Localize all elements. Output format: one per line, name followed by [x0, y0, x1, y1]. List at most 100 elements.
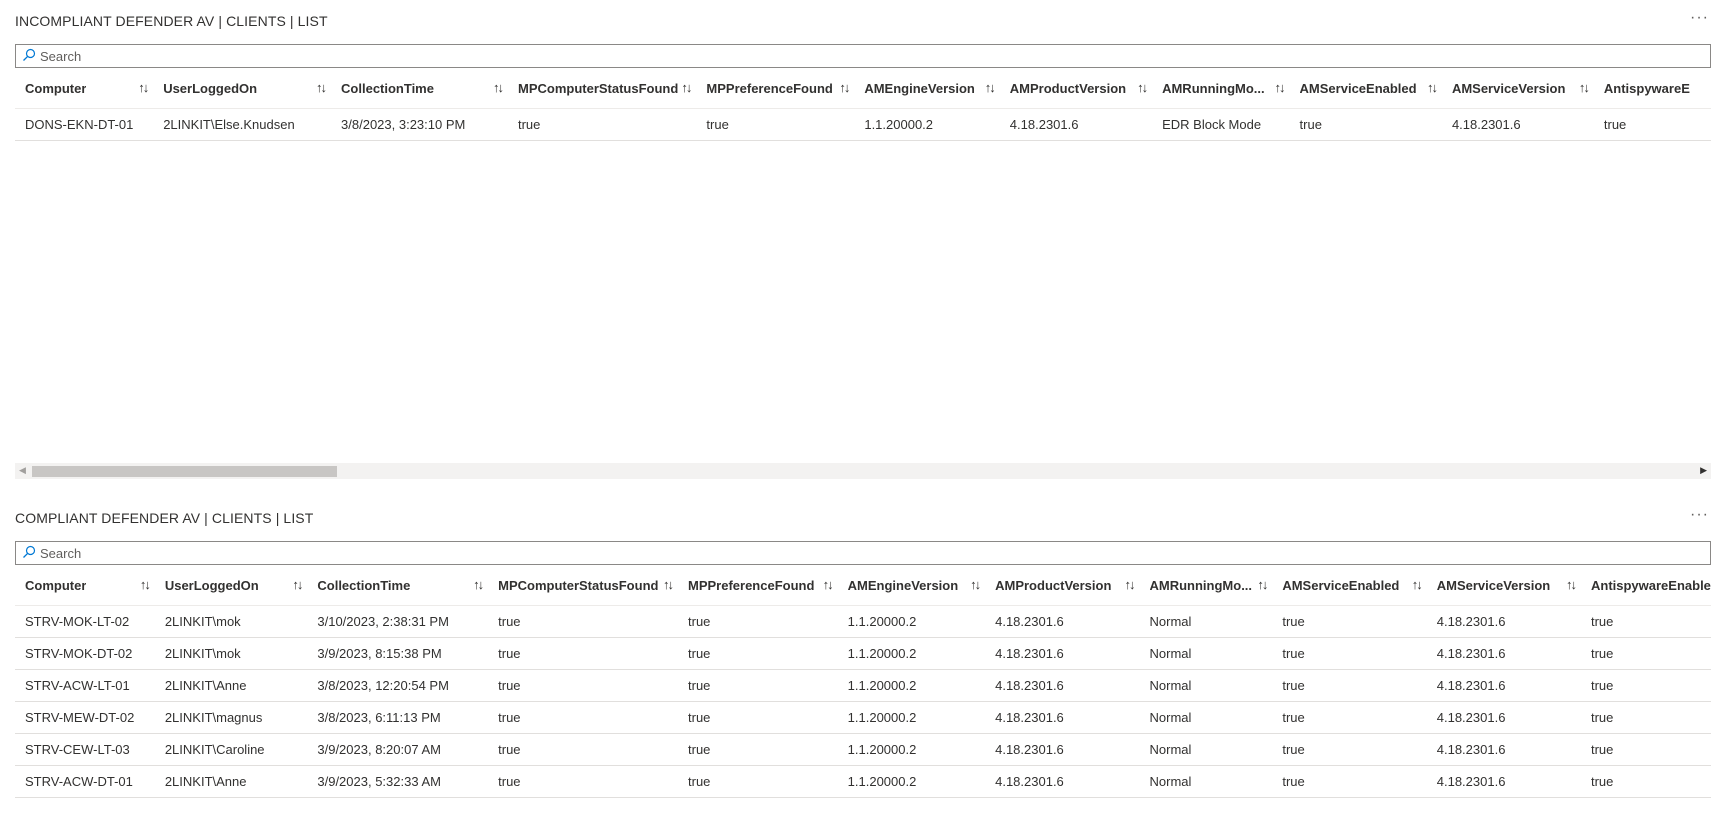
sort-icon[interactable]: ↑↓ [839, 80, 850, 95]
table-cell: STRV-MOK-DT-02 [15, 637, 155, 670]
table-row[interactable]: STRV-ACW-DT-01 2LINKIT\Anne 3/9/2023, 5:32… [15, 765, 1711, 798]
sort-icon[interactable]: ↑↓ [473, 577, 484, 592]
table-cell: 4.18.2301.6 [985, 733, 1140, 766]
table-cell: Normal [1139, 701, 1273, 734]
column-header[interactable]: AMServiceEnabled ↑↓ [1272, 565, 1427, 606]
column-header[interactable]: AMServiceVersion ↑↓ [1426, 565, 1581, 606]
table-cell: true [488, 733, 678, 766]
column-header[interactable]: AMProductVersion ↑↓ [985, 565, 1140, 606]
table-row[interactable]: STRV-ACW-LT-01 2LINKIT\Anne 3/8/2023, 12:2… [15, 669, 1711, 702]
table-cell: EDR Block Mode [1152, 108, 1290, 141]
table-cell: 1.1.20000.2 [837, 605, 986, 638]
column-header-label: UserLoggedOn [163, 81, 258, 97]
sort-icon[interactable]: ↑↓ [681, 80, 692, 95]
sort-icon[interactable]: ↑↓ [140, 577, 151, 592]
sort-icon[interactable]: ↑↓ [1579, 80, 1590, 95]
column-header-label: MPComputerStatusFound [517, 81, 679, 97]
column-header[interactable]: Computer ↑↓ [15, 68, 154, 109]
incompliant-panel: INCOMPLIANT DEFENDER AV | CLIENTS | LIST… [15, 0, 1711, 490]
search-input[interactable] [40, 47, 1700, 65]
column-header[interactable]: MPComputerStatusFound ↑↓ [507, 68, 697, 109]
column-header[interactable]: AntispywareEnable [1580, 565, 1711, 606]
column-header[interactable]: UserLoggedOn ↑↓ [153, 68, 332, 109]
column-header[interactable]: AMEngineVersion ↑↓ [854, 68, 1000, 109]
table-cell: 3/8/2023, 6:11:13 PM [307, 701, 489, 734]
table-cell: 1.1.20000.2 [837, 669, 986, 702]
column-header[interactable]: AMEngineVersion ↑↓ [837, 565, 986, 606]
data-grid: Computer ↑↓ UserLoggedOn ↑↓ CollectionTime ↑↓… [15, 68, 1711, 141]
table-row[interactable]: DONS-EKN-DT-01 2LINKIT\Else.Knudsen 3/8/20… [15, 108, 1711, 141]
column-header[interactable]: AntispywareE [1593, 68, 1711, 109]
sort-icon[interactable]: ↑↓ [1137, 80, 1148, 95]
sort-icon[interactable]: ↑↓ [1412, 577, 1423, 592]
header-row: Computer ↑↓ UserLoggedOn ↑↓ CollectionTime ↑↓… [15, 68, 1711, 109]
column-header-label: AMEngineVersion [847, 578, 959, 594]
table-row[interactable]: STRV-CEW-LT-03 2LINKIT\Caroline 3/9/2023, … [15, 733, 1711, 766]
column-header[interactable]: AMProductVersion ↑↓ [999, 68, 1153, 109]
table-cell: Normal [1139, 605, 1273, 638]
sort-icon[interactable]: ↑↓ [823, 577, 834, 592]
column-header[interactable]: MPPreferenceFound ↑↓ [696, 68, 855, 109]
column-header[interactable]: AMRunningMo... ↑↓ [1152, 68, 1290, 109]
column-header[interactable]: CollectionTime ↑↓ [331, 68, 508, 109]
table-cell: 2LINKIT\Else.Knudsen [153, 108, 332, 141]
chevron-left-icon[interactable]: ◀ [19, 465, 26, 476]
scrollbar-thumb[interactable] [32, 466, 337, 477]
sort-icon[interactable]: ↑↓ [1257, 577, 1268, 592]
sort-icon[interactable]: ↑↓ [1125, 577, 1136, 592]
column-header-label: AMServiceEnabled [1282, 578, 1400, 594]
table-row[interactable]: STRV-MOK-LT-02 2LINKIT\mok 3/10/2023, 2:38… [15, 605, 1711, 638]
column-header[interactable]: CollectionTime ↑↓ [307, 565, 489, 606]
more-options-button[interactable]: ··· [1690, 506, 1709, 524]
table-cell: 3/10/2023, 2:38:31 PM [307, 605, 489, 638]
search-box[interactable] [15, 541, 1711, 565]
column-header[interactable]: UserLoggedOn ↑↓ [154, 565, 308, 606]
search-box[interactable] [15, 44, 1711, 68]
sort-icon[interactable]: ↑↓ [1427, 80, 1438, 95]
table-cell: 2LINKIT\mok [154, 637, 308, 670]
table-cell: true [1580, 733, 1711, 766]
sort-icon[interactable]: ↑↓ [1566, 577, 1577, 592]
table-row[interactable]: STRV-MEW-DT-02 2LINKIT\magnus 3/8/2023, 6:… [15, 701, 1711, 734]
column-header[interactable]: AMRunningMo... ↑↓ [1139, 565, 1273, 606]
table-cell: true [678, 669, 838, 702]
sort-icon[interactable]: ↑↓ [970, 577, 981, 592]
chevron-right-icon[interactable]: ▶ [1700, 465, 1707, 476]
table-cell: 1.1.20000.2 [837, 733, 986, 766]
column-header[interactable]: Computer ↑↓ [15, 565, 155, 606]
table-cell: true [488, 701, 678, 734]
sort-icon[interactable]: ↑↓ [1275, 80, 1286, 95]
table-cell: true [678, 765, 838, 798]
table-cell: true [1580, 637, 1711, 670]
column-header-label: AMServiceEnabled [1299, 81, 1417, 97]
column-header-label: CollectionTime [317, 578, 411, 594]
sort-icon[interactable]: ↑↓ [663, 577, 674, 592]
column-header[interactable]: MPPreferenceFound ↑↓ [678, 565, 838, 606]
more-options-button[interactable]: ··· [1690, 9, 1709, 27]
panel-header: INCOMPLIANT DEFENDER AV | CLIENTS | LIST… [15, 0, 1711, 44]
sort-icon[interactable]: ↑↓ [316, 80, 327, 95]
column-header-label: AMProductVersion [1009, 81, 1127, 97]
data-table: Computer ↑↓ UserLoggedOn ↑↓ CollectionTime ↑↓… [15, 68, 1711, 141]
table-cell: 1.1.20000.2 [837, 765, 986, 798]
search-input[interactable] [40, 544, 1700, 562]
table-cell: 4.18.2301.6 [985, 605, 1140, 638]
sort-icon[interactable]: ↑↓ [138, 80, 149, 95]
table-cell: 2LINKIT\magnus [154, 701, 308, 734]
sort-icon[interactable]: ↑↓ [292, 577, 303, 592]
column-header[interactable]: AMServiceEnabled ↑↓ [1289, 68, 1442, 109]
table-cell: 4.18.2301.6 [1426, 637, 1581, 670]
column-header[interactable]: AMServiceVersion ↑↓ [1441, 68, 1594, 109]
sort-icon[interactable]: ↑↓ [493, 80, 504, 95]
column-header-label: Computer [25, 81, 87, 97]
data-table: Computer ↑↓ UserLoggedOn ↑↓ CollectionTime ↑↓… [15, 565, 1711, 798]
column-header[interactable]: MPComputerStatusFound ↑↓ [488, 565, 678, 606]
table-cell: STRV-MOK-LT-02 [15, 605, 155, 638]
table-row[interactable]: STRV-MOK-DT-02 2LINKIT\mok 3/9/2023, 8:15:… [15, 637, 1711, 670]
horizontal-scrollbar[interactable]: ◀ ▶ [15, 463, 1711, 479]
table-cell: true [1272, 765, 1427, 798]
sort-icon[interactable]: ↑↓ [985, 80, 996, 95]
table-cell: 4.18.2301.6 [985, 701, 1140, 734]
column-header-label: AMServiceVersion [1436, 578, 1551, 594]
table-cell: true [678, 701, 838, 734]
